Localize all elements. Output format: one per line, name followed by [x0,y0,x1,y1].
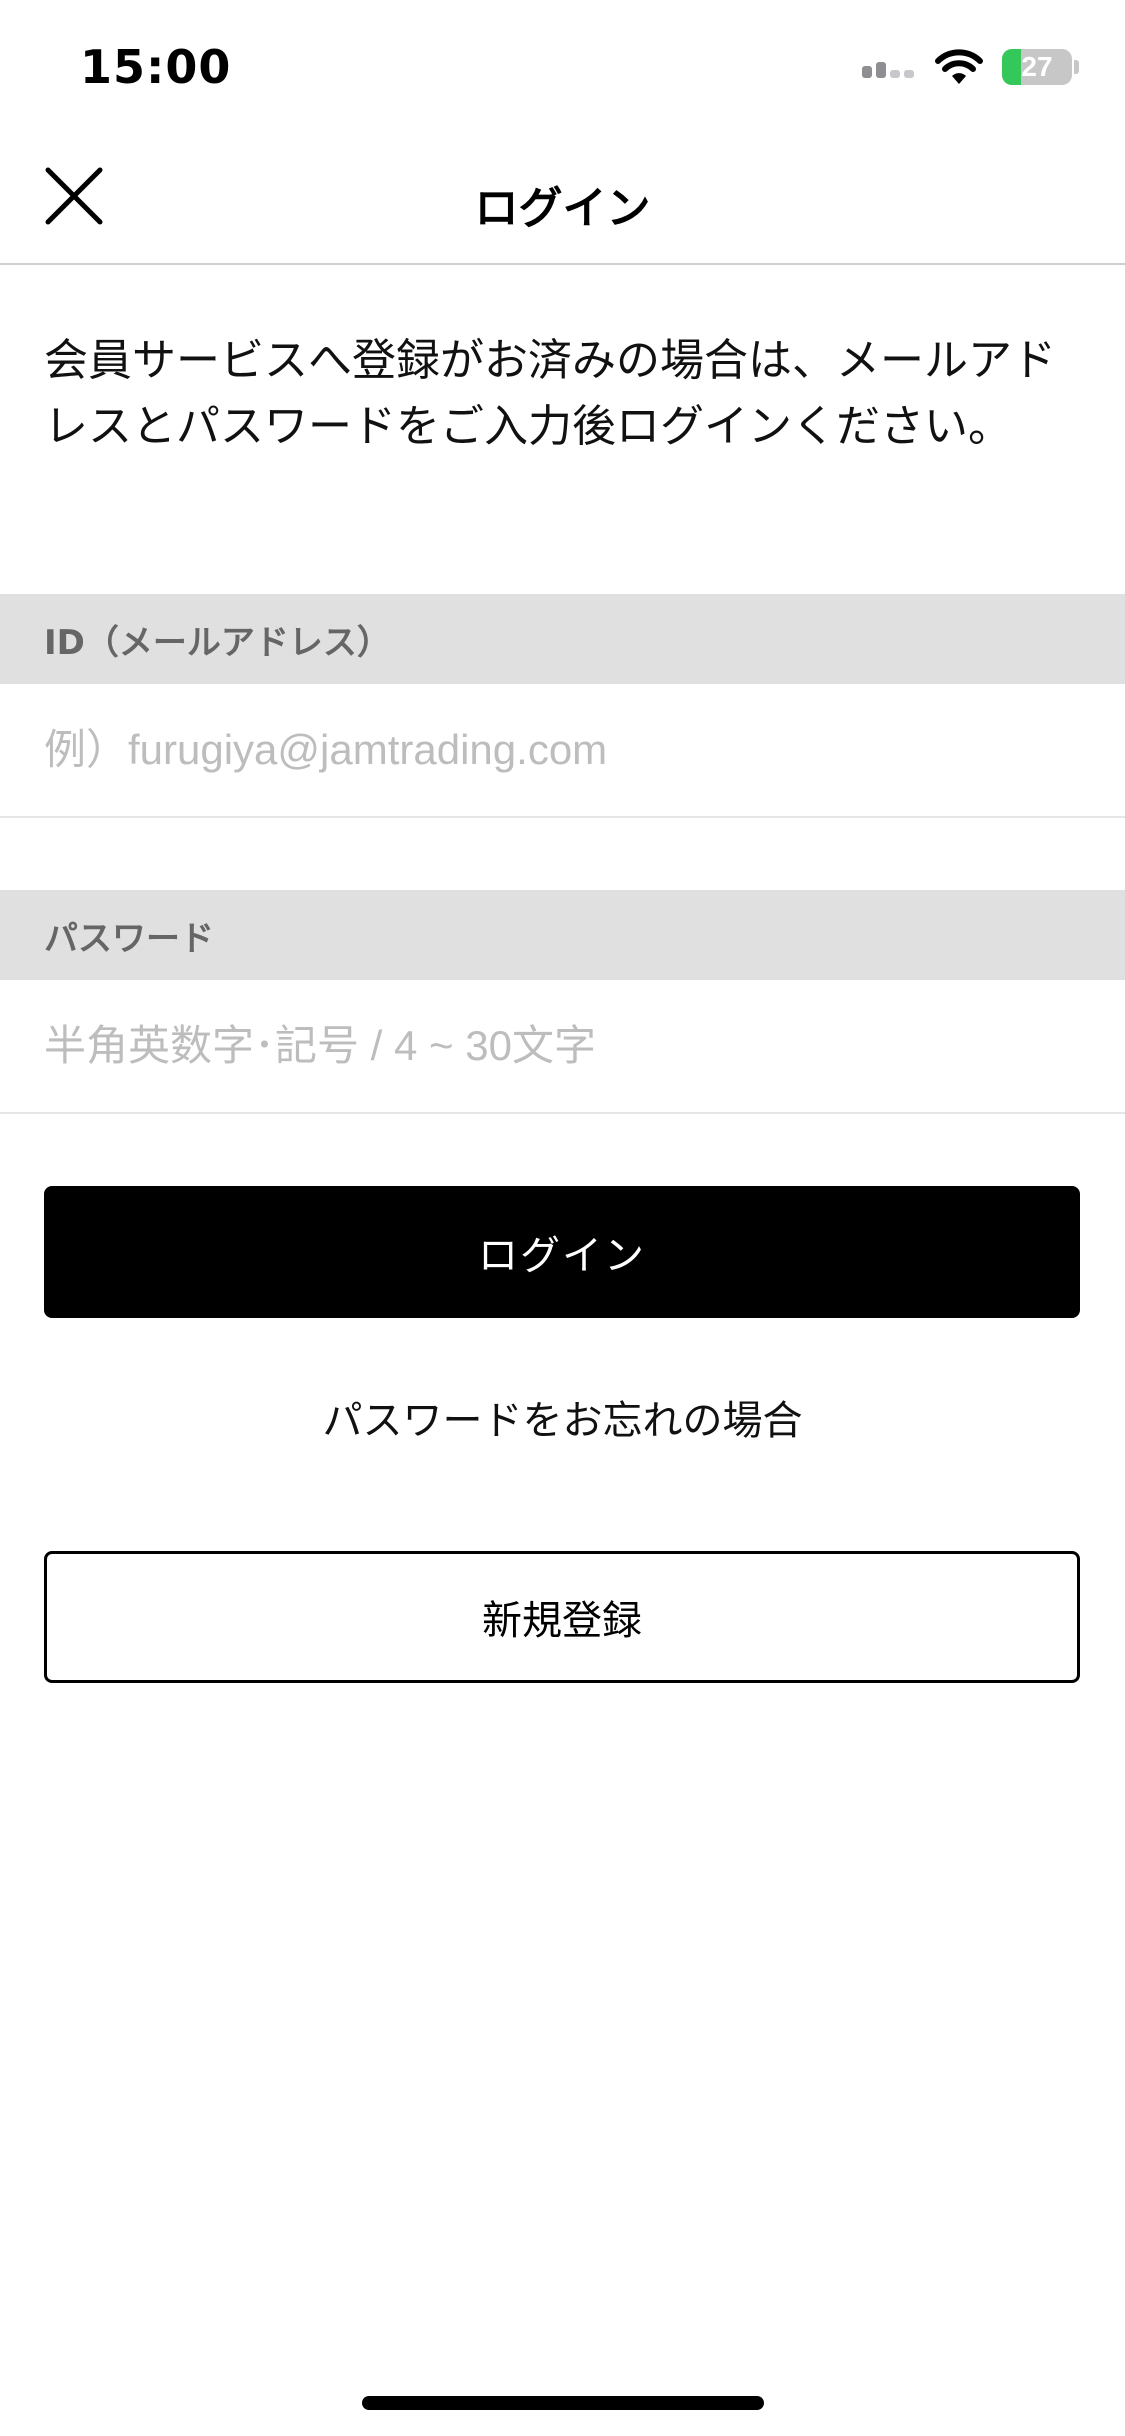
intro-text: 会員サービスへ登録がお済みの場合は、メールアドレスとパスワードをご入力後ログイン… [44,335,1056,452]
battery-level-text: 27 [1021,51,1053,82]
id-field-label: ID（メールアドレス） [0,594,1125,684]
status-bar: 15:00 27 [0,0,1125,132]
password-field[interactable] [0,980,1125,1112]
wifi-icon [935,49,983,84]
page-title: ログイン [474,183,651,234]
signal-icon [862,56,916,78]
register-button[interactable]: 新規登録 [44,1551,1080,1683]
home-indicator[interactable] [362,2396,764,2410]
nav-bar: ログイン [0,132,1125,265]
status-icons: 27 [862,48,1079,86]
password-field-label: パスワード [0,890,1125,980]
battery-nub [1074,60,1079,74]
password-field-row [0,980,1125,1114]
forgot-password-link[interactable]: パスワードをお忘れの場合 [0,1388,1125,1446]
login-screen: 15:00 27 ログイン 会員サービスへ登録がお済みの場合は、メールアドレスと… [0,0,1125,2436]
login-button[interactable]: ログイン [44,1186,1080,1318]
status-time: 15:00 [80,40,232,94]
battery-icon: 27 [1002,49,1072,85]
email-field[interactable] [0,684,1125,816]
id-field-row [0,684,1125,818]
